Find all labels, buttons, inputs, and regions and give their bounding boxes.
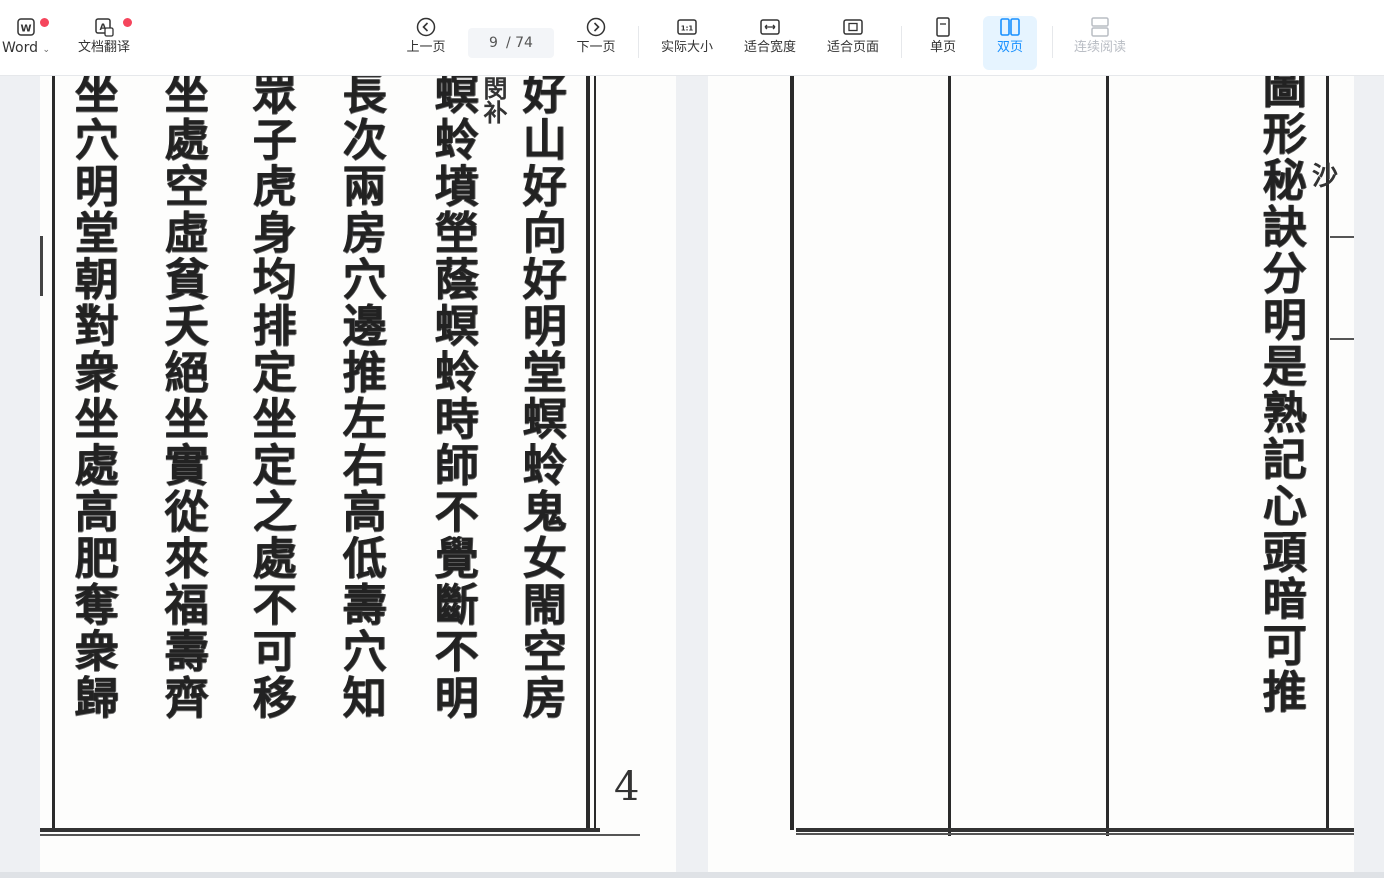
fit-width-icon <box>759 16 781 38</box>
horizontal-scrollbar[interactable] <box>0 872 1384 878</box>
margin-annotation: 閔补 <box>479 76 508 124</box>
translate-label: 文档翻译 <box>77 40 130 55</box>
page-indicator[interactable]: 9 / 74 <box>468 28 554 58</box>
toolbar-divider <box>901 26 902 58</box>
page-border-line <box>594 76 596 831</box>
text-column: 長次兩房穴邊推左右高低壽穴知 <box>334 76 386 721</box>
text-column: 好山好向好明堂螟蛉鬼女閙空房 <box>514 76 566 721</box>
column-text: 螟蛉墳塋蔭螟蛉時師不覺斷不明 <box>426 76 478 721</box>
text-column: 眾子虎身均排定坐定之處不可移 <box>244 76 296 721</box>
text-column: 圖形秘訣分明是熟記心頭暗可推 <box>1254 76 1306 715</box>
page-border-line <box>1106 76 1109 836</box>
margin-annotation: 沙 <box>1312 162 1339 192</box>
toolbar-divider <box>638 26 639 58</box>
double-page-icon <box>999 16 1021 38</box>
double-page-button[interactable]: 双页 <box>983 16 1037 70</box>
chevron-right-circle-icon <box>585 16 607 38</box>
notification-dot <box>40 18 49 27</box>
column-text: 眾子虎身均排定坐定之處不可移 <box>244 76 296 721</box>
svg-text:1:1: 1:1 <box>681 25 694 33</box>
toolbar: W Word ⌄ A 文档翻译 上一页 9 / 74 下一页 1:1 实际大小 … <box>0 0 1384 76</box>
next-page-button[interactable]: 下一页 <box>570 16 622 70</box>
prev-page-button[interactable]: 上一页 <box>400 16 452 70</box>
page-border-line <box>790 76 794 830</box>
total-pages: / 74 <box>505 35 533 51</box>
double-page-label: 双页 <box>996 40 1023 55</box>
page-border-line <box>586 76 590 831</box>
actual-size-button[interactable]: 1:1 实际大小 <box>655 16 719 70</box>
svg-text:W: W <box>20 24 31 35</box>
page-bottom-border <box>40 834 640 836</box>
page-bottom-border <box>796 828 1354 832</box>
page-edge-line <box>1330 236 1354 238</box>
page-bottom-border <box>40 828 600 832</box>
page-number: 4 <box>614 764 640 810</box>
current-page-number[interactable]: 9 <box>489 35 498 51</box>
prev-page-label: 上一页 <box>406 40 446 55</box>
column-text: 好山好向好明堂螟蛉鬼女閙空房 <box>514 76 566 721</box>
text-column: 坐處空虛貧夭絕坐實從來福壽齊 <box>156 76 208 721</box>
fit-page-icon <box>842 16 864 38</box>
toolbar-divider <box>1052 26 1053 58</box>
fit-page-button[interactable]: 适合页面 <box>821 16 885 70</box>
text-column: 坐穴明堂朝對衆坐處高肥奪衆歸 <box>66 76 118 721</box>
word-label: Word <box>2 40 38 56</box>
page-edge-line <box>40 236 43 296</box>
word-doc-icon: W <box>15 16 37 38</box>
continuous-read-label: 连续阅读 <box>1073 40 1126 55</box>
document-viewer[interactable]: 好山好向好明堂螟蛉鬼女閙空房 螟蛉墳塋蔭螟蛉時師不覺斷不明 長次兩房穴邊推左右高… <box>0 76 1384 872</box>
page-border-line <box>948 76 951 836</box>
actual-size-label: 实际大小 <box>660 40 713 55</box>
fit-width-label: 适合宽度 <box>743 40 796 55</box>
single-page-icon <box>932 16 954 38</box>
column-text: 圖形秘訣分明是熟記心頭暗可推 <box>1254 76 1306 715</box>
left-page: 好山好向好明堂螟蛉鬼女閙空房 螟蛉墳塋蔭螟蛉時師不覺斷不明 長次兩房穴邊推左右高… <box>40 76 676 872</box>
page-bottom-border <box>796 833 1354 835</box>
single-page-label: 单页 <box>929 40 956 55</box>
page-edge-line <box>1330 338 1354 340</box>
column-text: 坐穴明堂朝對衆坐處高肥奪衆歸 <box>66 76 118 721</box>
right-page: 圖形秘訣分明是熟記心頭暗可推 沙 <box>708 76 1354 872</box>
one-to-one-icon: 1:1 <box>676 16 698 38</box>
fit-page-label: 适合页面 <box>826 40 879 55</box>
column-text: 坐處空虛貧夭絕坐實從來福壽齊 <box>156 76 208 721</box>
fit-width-button[interactable]: 适合宽度 <box>738 16 802 70</box>
continuous-read-button[interactable]: 连续阅读 <box>1068 16 1132 70</box>
chevron-down-icon: ⌄ <box>42 45 50 55</box>
page-border-line <box>52 76 55 828</box>
next-page-label: 下一页 <box>576 40 616 55</box>
text-column: 螟蛉墳塋蔭螟蛉時師不覺斷不明 <box>426 76 478 721</box>
translate-icon: A <box>93 16 115 38</box>
single-page-button[interactable]: 单页 <box>919 16 967 70</box>
chevron-left-circle-icon <box>415 16 437 38</box>
continuous-scroll-icon <box>1089 16 1111 38</box>
notification-dot <box>123 18 132 27</box>
column-text: 長次兩房穴邊推左右高低壽穴知 <box>334 76 386 721</box>
